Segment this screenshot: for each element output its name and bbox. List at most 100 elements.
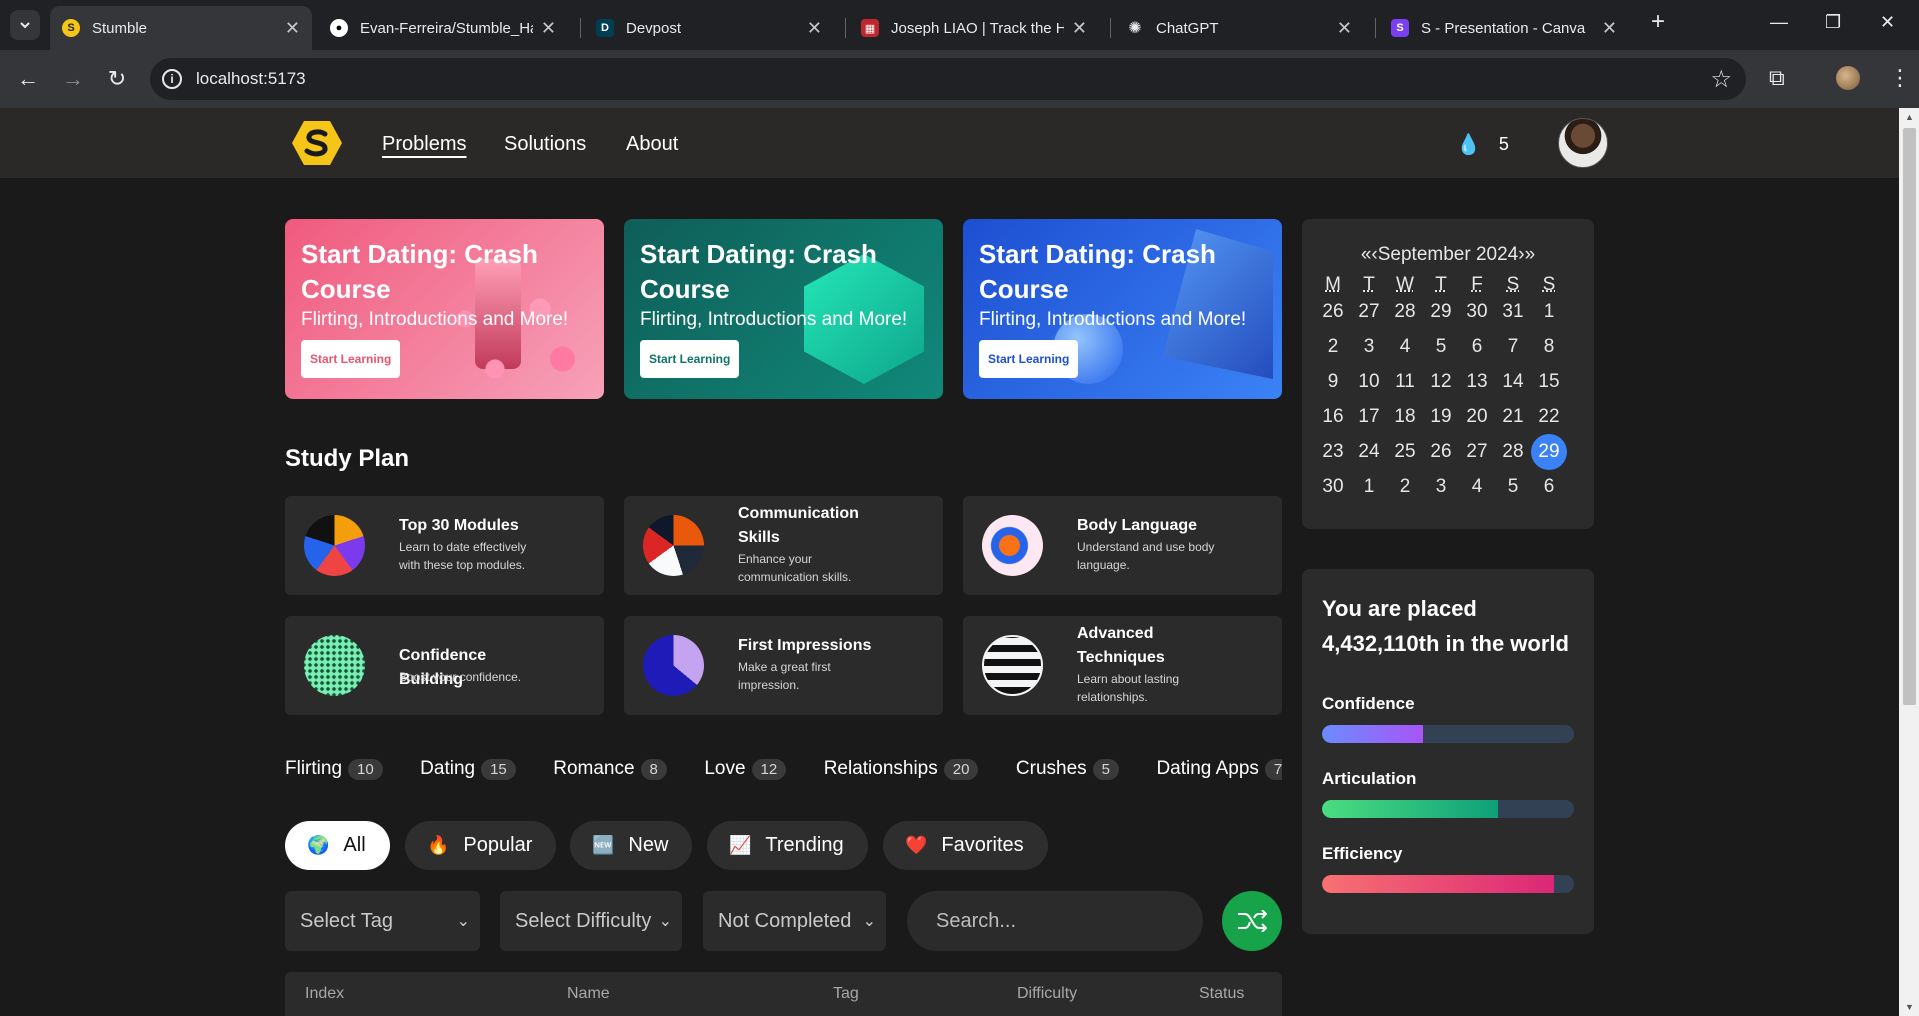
browser-tab-stumble[interactable]: S Stumble ✕ — [50, 6, 312, 50]
tag-flirting[interactable]: Flirting 10 — [285, 758, 383, 780]
calendar-day-selected[interactable]: 29 — [1531, 434, 1567, 470]
start-learning-button[interactable]: Start Learning — [301, 340, 401, 378]
tag-dating[interactable]: Dating 15 — [420, 758, 516, 780]
forward-icon[interactable]: → — [59, 65, 87, 93]
browser-tab-chatgpt[interactable]: ✺ ChatGPT ✕ — [1114, 6, 1364, 50]
select-difficulty-dropdown[interactable]: Select Difficulty ⌄ — [500, 891, 682, 951]
select-tag-dropdown[interactable]: Select Tag ⌄ — [285, 891, 480, 951]
browser-tab-joseph-liao[interactable]: ▦ Joseph LIAO | Track the Ha ✕ — [849, 6, 1099, 50]
calendar-day[interactable]: 3 — [1423, 469, 1459, 505]
menu-kebab-icon[interactable]: ⋮ — [1889, 65, 1911, 91]
study-card-body-language[interactable]: Body Language Understand and use body la… — [963, 496, 1282, 595]
calendar-day[interactable]: 9 — [1315, 364, 1351, 400]
calendar-day[interactable]: 31 — [1495, 294, 1531, 330]
tag-relationships[interactable]: Relationships 20 — [824, 758, 979, 780]
filter-favorites-button[interactable]: ❤️ Favorites — [883, 821, 1048, 870]
extensions-icon[interactable]: ⧉ — [1769, 65, 1785, 91]
close-icon[interactable]: ✕ — [807, 18, 822, 39]
new-tab-button[interactable]: + — [1651, 8, 1665, 36]
calendar-day[interactable]: 2 — [1315, 329, 1351, 365]
close-icon[interactable]: ✕ — [1602, 18, 1617, 39]
calendar-day[interactable]: 23 — [1315, 434, 1351, 470]
study-card-top-modules[interactable]: Top 30 Modules Learn to date effectively… — [285, 496, 604, 595]
browser-tab-devpost[interactable]: D Devpost ✕ — [584, 6, 834, 50]
calendar-day[interactable]: 20 — [1459, 399, 1495, 435]
close-icon[interactable]: ✕ — [285, 18, 300, 39]
calendar-day[interactable]: 19 — [1423, 399, 1459, 435]
calendar-day[interactable]: 29 — [1423, 294, 1459, 330]
calendar-day[interactable]: 28 — [1387, 294, 1423, 330]
search-input[interactable] — [907, 891, 1203, 951]
start-learning-button[interactable]: Start Learning — [640, 340, 740, 378]
calendar-day[interactable]: 3 — [1351, 329, 1387, 365]
calendar-day[interactable]: 30 — [1459, 294, 1495, 330]
column-header-tag[interactable]: Tag — [833, 985, 859, 1003]
back-icon[interactable]: ← — [14, 65, 42, 93]
filter-trending-button[interactable]: 📈 Trending — [707, 821, 868, 870]
shuffle-button[interactable] — [1222, 891, 1282, 951]
calendar-day[interactable]: 14 — [1495, 364, 1531, 400]
study-card-advanced[interactable]: Advanced Techniques Learn about lasting … — [963, 616, 1282, 715]
calendar-day[interactable]: 5 — [1423, 329, 1459, 365]
calendar-day[interactable]: 1 — [1351, 469, 1387, 505]
start-learning-button[interactable]: Start Learning — [979, 340, 1079, 378]
filter-new-button[interactable]: 🆕 New — [570, 821, 693, 870]
banner-card-blue[interactable]: Start Dating: Crash Course Flirting, Int… — [963, 219, 1282, 399]
banner-card-teal[interactable]: Start Dating: Crash Course Flirting, Int… — [624, 219, 943, 399]
calendar-next-button[interactable]: ›» — [1518, 244, 1535, 265]
calendar-prev-button[interactable]: «‹ — [1361, 244, 1378, 265]
banner-card-pink[interactable]: Start Dating: Crash Course Flirting, Int… — [285, 219, 604, 399]
tag-romance[interactable]: Romance 8 — [553, 758, 667, 780]
scroll-up-icon[interactable]: ▲ — [1903, 112, 1916, 124]
calendar-day[interactable]: 6 — [1459, 329, 1495, 365]
calendar-day[interactable]: 22 — [1531, 399, 1567, 435]
calendar-day[interactable]: 13 — [1459, 364, 1495, 400]
browser-tab-github[interactable]: ● Evan-Ferreira/Stumble_Hac ✕ — [318, 6, 568, 50]
tab-search-button[interactable] — [10, 10, 40, 40]
filter-all-button[interactable]: 🌍 All — [285, 821, 390, 870]
address-bar[interactable]: i localhost:5173 ☆ — [150, 58, 1746, 100]
scroll-down-icon[interactable]: ▼ — [1903, 1002, 1916, 1014]
calendar-day[interactable]: 11 — [1387, 364, 1423, 400]
close-icon[interactable]: ✕ — [1337, 18, 1352, 39]
column-header-status[interactable]: Status — [1199, 985, 1244, 1003]
tag-crushes[interactable]: Crushes 5 — [1016, 758, 1119, 780]
column-header-difficulty[interactable]: Difficulty — [1017, 985, 1077, 1003]
calendar-day[interactable]: 12 — [1423, 364, 1459, 400]
calendar-day[interactable]: 15 — [1531, 364, 1567, 400]
calendar-day[interactable]: 4 — [1459, 469, 1495, 505]
calendar-day[interactable]: 7 — [1495, 329, 1531, 365]
site-info-icon[interactable]: i — [162, 69, 182, 89]
calendar-day[interactable]: 6 — [1531, 469, 1567, 505]
nav-about[interactable]: About — [626, 133, 678, 156]
calendar-day[interactable]: 28 — [1495, 434, 1531, 470]
calendar-day[interactable]: 1 — [1531, 294, 1567, 330]
calendar-day[interactable]: 18 — [1387, 399, 1423, 435]
calendar-day[interactable]: 5 — [1495, 469, 1531, 505]
browser-tab-canva[interactable]: S S - Presentation - Canva ✕ — [1379, 6, 1629, 50]
calendar-month-label[interactable]: September 2024 — [1378, 244, 1519, 265]
calendar-day[interactable]: 16 — [1315, 399, 1351, 435]
calendar-day[interactable]: 21 — [1495, 399, 1531, 435]
column-header-index[interactable]: Index — [305, 985, 344, 1003]
close-icon[interactable]: ✕ — [541, 18, 556, 39]
column-header-name[interactable]: Name — [567, 985, 610, 1003]
nav-solutions[interactable]: Solutions — [504, 133, 586, 156]
calendar-day[interactable]: 17 — [1351, 399, 1387, 435]
close-icon[interactable]: ✕ — [1072, 18, 1087, 39]
select-status-dropdown[interactable]: Not Completed ⌄ — [703, 891, 886, 951]
tag-dating-apps[interactable]: Dating Apps 7 — [1156, 758, 1282, 780]
calendar-day[interactable]: 24 — [1351, 434, 1387, 470]
calendar-day[interactable]: 26 — [1423, 434, 1459, 470]
tag-love[interactable]: Love 12 — [704, 758, 787, 780]
close-window-icon[interactable]: ✕ — [1880, 12, 1895, 33]
scrollbar-thumb[interactable] — [1903, 128, 1916, 705]
minimize-icon[interactable]: — — [1770, 12, 1788, 33]
browser-profile-avatar[interactable] — [1836, 66, 1860, 90]
reload-icon[interactable]: ↻ — [103, 65, 131, 93]
stumble-logo-icon[interactable] — [291, 120, 343, 166]
calendar-day[interactable]: 27 — [1351, 294, 1387, 330]
calendar-day[interactable]: 2 — [1387, 469, 1423, 505]
calendar-day[interactable]: 26 — [1315, 294, 1351, 330]
calendar-day[interactable]: 30 — [1315, 469, 1351, 505]
